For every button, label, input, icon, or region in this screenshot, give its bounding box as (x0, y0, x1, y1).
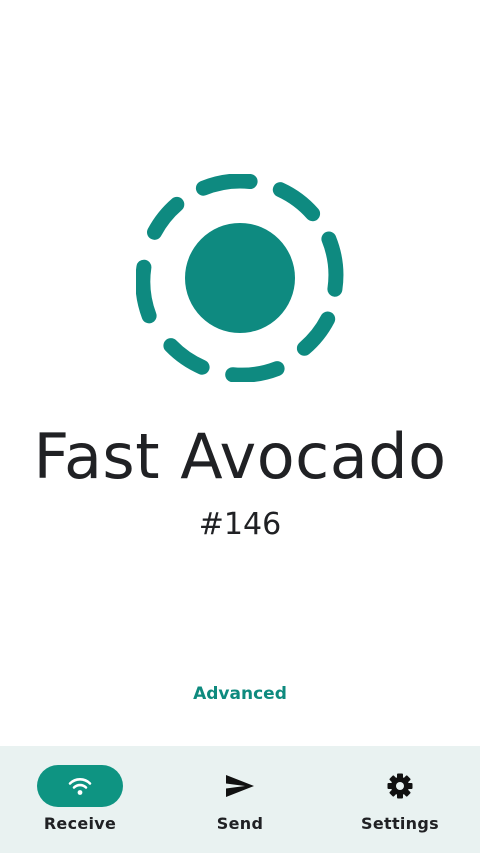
app-screen: Fast Avocado #146 Advanced Receive Send … (0, 0, 480, 853)
nav-item-send[interactable]: Send (160, 746, 320, 853)
nav-label-receive: Receive (43, 814, 117, 833)
nav-icon-container (197, 765, 283, 807)
active-indicator (37, 765, 123, 807)
nav-label-send: Send (216, 814, 264, 833)
advanced-button[interactable]: Advanced (180, 680, 300, 708)
nav-icon-container (357, 765, 443, 807)
nav-item-settings[interactable]: Settings (320, 746, 480, 853)
send-icon (225, 774, 255, 798)
device-avatar-icon (136, 174, 344, 382)
gear-icon (386, 772, 414, 800)
wifi-icon (68, 775, 92, 797)
device-id: #146 (198, 507, 282, 542)
nav-label-settings: Settings (361, 814, 439, 833)
bottom-navigation-bar: Receive Send Settings (0, 746, 480, 853)
nav-item-receive[interactable]: Receive (0, 746, 160, 853)
device-name: Fast Avocado (33, 420, 447, 493)
